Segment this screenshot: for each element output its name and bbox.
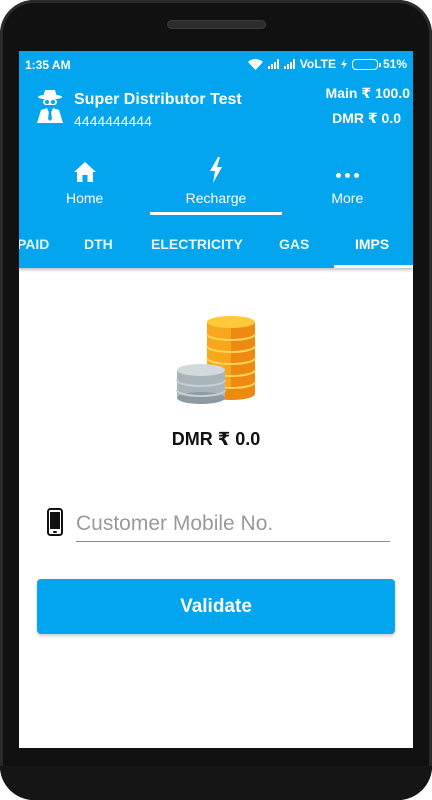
bottom-nav: Home Recharge More [19, 153, 413, 217]
more-dots-icon [335, 173, 359, 183]
phone-bottom-bezel [0, 766, 432, 800]
phone-frame: 1:35 AM VoLTE 51% Super Distributor Test… [0, 0, 432, 800]
app-header: Super Distributor Test 4444444444 Main ₹… [19, 77, 413, 217]
signal-icon [267, 59, 279, 69]
status-time: 1:35 AM [25, 58, 71, 72]
wifi-icon [247, 58, 263, 70]
dmr-balance-display: DMR ₹ 0.0 [171, 429, 261, 449]
dmr-balance: DMR ₹ 0.0 [332, 110, 401, 126]
customer-mobile-input[interactable] [76, 506, 390, 542]
main-balance: Main ₹ 100.0 [325, 85, 410, 101]
tab-indicator [334, 265, 413, 268]
spy-avatar-icon [37, 90, 63, 123]
mobile-phone-icon [47, 508, 63, 536]
signal-icon-2 [283, 59, 295, 69]
phone-speaker [167, 20, 266, 29]
charging-icon [340, 59, 347, 69]
user-name: Super Distributor Test [74, 91, 242, 108]
tab-imps[interactable]: IMPS [355, 236, 389, 252]
battery-icon [351, 58, 381, 70]
tab-electricity[interactable]: ELECTRICITY [151, 236, 243, 252]
app-screen: 1:35 AM VoLTE 51% Super Distributor Test… [19, 51, 413, 748]
battery-percent: 51% [382, 57, 407, 71]
validate-button[interactable]: Validate [37, 579, 395, 634]
tab-dth[interactable]: DTH [84, 236, 113, 252]
nav-more-label: More [331, 190, 364, 206]
nav-recharge[interactable]: Recharge [150, 153, 282, 217]
nav-recharge-label: Recharge [185, 190, 247, 206]
tab-paid[interactable]: PAID [19, 236, 49, 252]
network-type: VoLTE [299, 57, 336, 71]
status-icons: VoLTE 51% [247, 57, 407, 71]
nav-home[interactable]: Home [19, 153, 150, 217]
tab-gas[interactable]: GAS [279, 236, 309, 252]
status-bar: 1:35 AM VoLTE 51% [19, 51, 413, 77]
nav-home-label: Home [65, 190, 104, 206]
nav-more[interactable]: More [282, 153, 413, 217]
lightning-icon [209, 157, 222, 183]
service-tabs: PAID DTH ELECTRICITY GAS IMPS [19, 217, 413, 268]
user-phone: 4444444444 [74, 113, 152, 129]
coins-icon [176, 316, 256, 404]
home-icon [73, 162, 96, 182]
